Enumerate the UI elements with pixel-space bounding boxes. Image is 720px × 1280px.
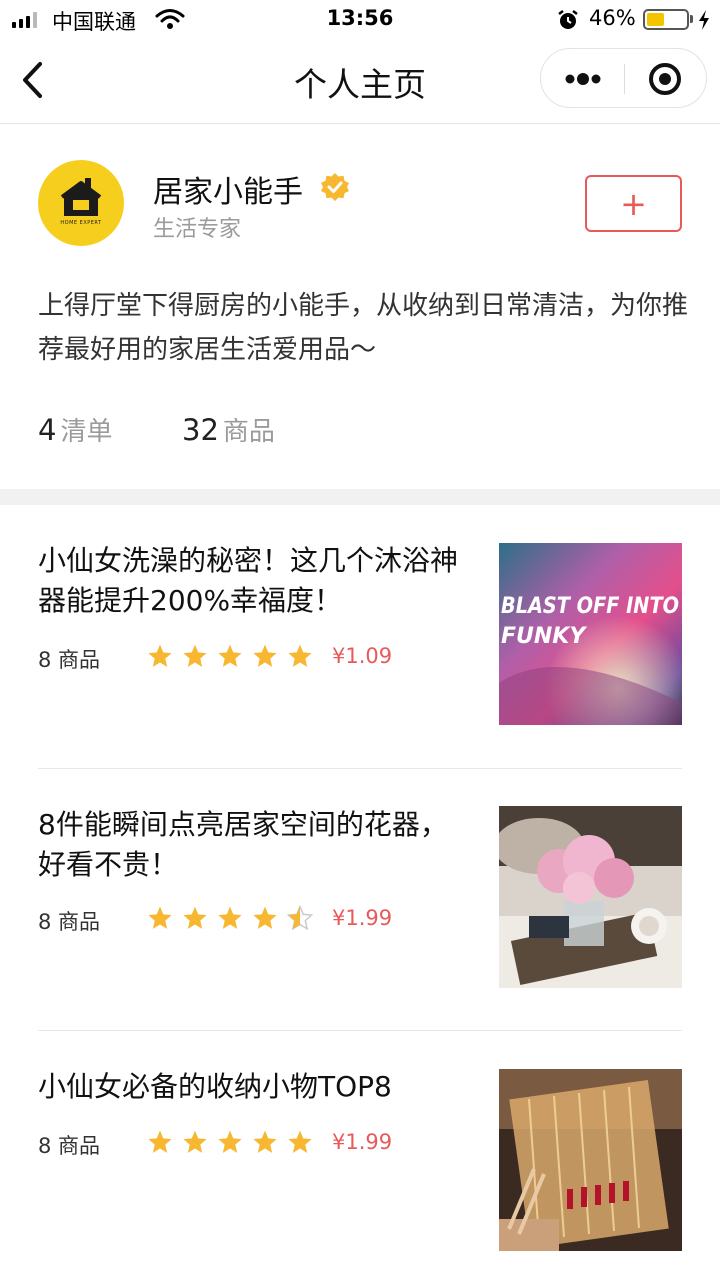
charging-icon bbox=[699, 10, 709, 30]
list-item-thumbnail[interactable] bbox=[499, 1069, 682, 1251]
list-item-count: 8 商品 bbox=[38, 1134, 101, 1158]
star-full-icon bbox=[148, 644, 172, 667]
list-item-thumbnail[interactable]: BLAST OFF INTO FUNKY bbox=[499, 543, 682, 725]
battery-icon bbox=[643, 9, 689, 30]
star-full-icon bbox=[183, 1130, 207, 1153]
list-item-price: ¥1.99 bbox=[332, 906, 393, 930]
star-full-icon bbox=[288, 644, 312, 667]
stat-lists[interactable]: 4 清单 bbox=[38, 411, 112, 448]
list-item-price: ¥1.09 bbox=[332, 644, 393, 668]
star-full-icon bbox=[253, 644, 277, 667]
verified-badge-icon bbox=[321, 173, 349, 201]
star-half-icon bbox=[287, 905, 313, 931]
stat-products-value: 32 bbox=[182, 413, 219, 447]
avatar-text: HOME EXPERT bbox=[60, 220, 102, 226]
list-item-title: 小仙女必备的收纳小物TOP8 bbox=[38, 1070, 392, 1103]
star-full-icon bbox=[183, 906, 207, 929]
follow-button[interactable]: + bbox=[585, 175, 682, 232]
thumbnail-caption-line2: FUNKY bbox=[501, 624, 587, 649]
status-bar: 中国联通 13:56 46% bbox=[0, 0, 720, 40]
list-divider bbox=[38, 1030, 682, 1031]
battery-level bbox=[647, 13, 664, 26]
rating-stars bbox=[147, 1129, 313, 1155]
thumbnail-caption: BLAST OFF INTO bbox=[501, 594, 679, 619]
stat-lists-label: 清单 bbox=[60, 417, 113, 447]
star-full-icon bbox=[218, 644, 242, 667]
close-target-icon[interactable] bbox=[648, 62, 682, 96]
stat-lists-value: 4 bbox=[38, 413, 57, 447]
mini-program-capsule bbox=[540, 48, 707, 108]
profile-bio: 上得厅堂下得厨房的小能手，从收纳到日常清洁，为你推荐最好用的家居生活爱用品～ bbox=[38, 291, 689, 365]
avatar[interactable]: HOME EXPERT bbox=[38, 160, 124, 246]
rating-stars bbox=[147, 643, 313, 669]
section-separator bbox=[0, 489, 720, 505]
follow-label: + bbox=[620, 185, 647, 223]
list-item-count: 8 商品 bbox=[38, 648, 101, 672]
rating-stars bbox=[147, 905, 313, 931]
star-full-icon bbox=[218, 1130, 242, 1153]
profile-subtitle: 生活专家 bbox=[153, 217, 242, 242]
list-divider bbox=[38, 768, 682, 769]
star-full-icon bbox=[253, 1130, 277, 1153]
list-item-price: ¥1.99 bbox=[332, 1130, 393, 1154]
list-item-title: 小仙女洗澡的秘密！这几个沐浴神器能提升200%幸福度！ bbox=[38, 544, 459, 617]
star-full-icon bbox=[288, 1130, 312, 1153]
list-item-count: 8 商品 bbox=[38, 910, 101, 934]
star-full-icon bbox=[148, 906, 172, 929]
star-full-icon bbox=[183, 644, 207, 667]
alarm-icon bbox=[558, 10, 578, 29]
list-item-thumbnail[interactable] bbox=[499, 806, 682, 988]
navigation-bar: 个人主页 bbox=[0, 40, 720, 124]
stat-products-label: 商品 bbox=[222, 417, 275, 447]
home-logo-icon bbox=[60, 178, 102, 216]
profile-name: 居家小能手 bbox=[153, 175, 303, 210]
battery-percent: 46% bbox=[589, 6, 636, 30]
star-full-icon bbox=[148, 1130, 172, 1153]
more-icon[interactable] bbox=[563, 68, 603, 90]
stat-products[interactable]: 32 商品 bbox=[182, 411, 275, 448]
star-full-icon bbox=[218, 906, 242, 929]
list-item-title: 8件能瞬间点亮居家空间的花器，好看不贵！ bbox=[38, 808, 448, 881]
star-full-icon bbox=[253, 906, 277, 929]
